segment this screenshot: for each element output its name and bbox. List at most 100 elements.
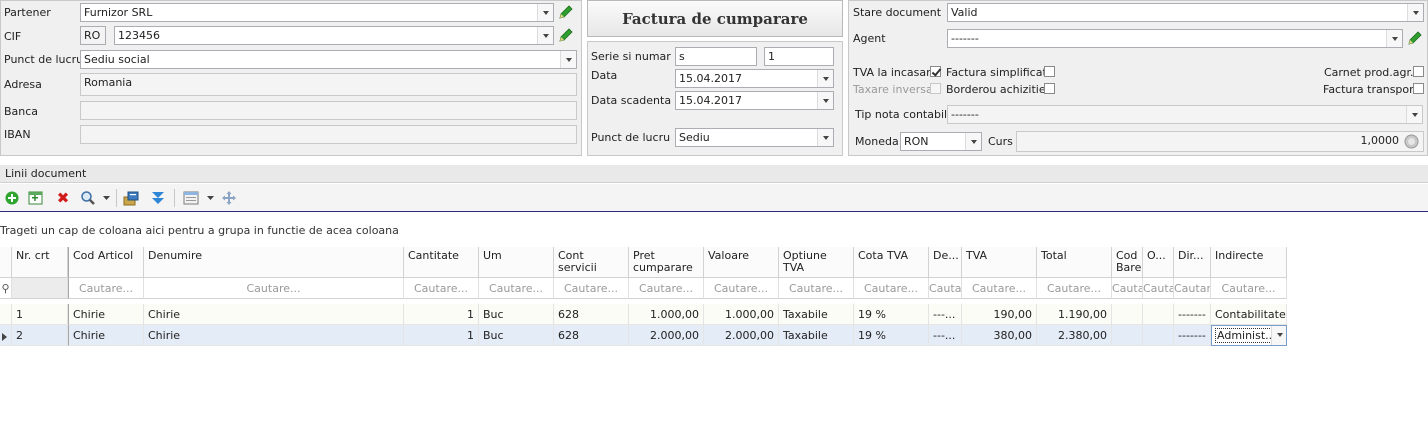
cell-denumire[interactable]: Chirie [144,325,404,346]
status-field[interactable]: Valid [947,3,1424,22]
col-denumire[interactable]: Denumire [144,247,404,278]
simplified-invoice-checkbox[interactable] [1044,66,1055,77]
cif-edit-pencil-icon[interactable] [557,26,575,45]
work-point-dropdown-icon[interactable] [560,51,576,68]
work-point-field[interactable]: Sediu social [80,50,577,69]
cell-um[interactable]: Buc [479,304,554,325]
currency-field[interactable]: RON [900,132,982,151]
filter-de[interactable]: Cauta [929,278,962,299]
col-nr-crt[interactable]: Nr. crt [12,247,68,278]
cif-dropdown-icon[interactable] [537,27,553,44]
currency-dropdown-icon[interactable] [965,133,981,150]
col-cont-servicii[interactable]: Cont servicii [554,247,629,278]
indirecte-dropdown-icon[interactable] [1271,326,1286,345]
cell-indirecte-editor[interactable]: Administ... [1211,325,1287,346]
cell-total[interactable]: 2.380,00 [1037,325,1112,346]
agent-edit-pencil-icon[interactable] [1406,29,1424,48]
cell-cod-articol[interactable]: Chirie [68,304,144,325]
cell-nr-crt[interactable]: 2 [12,325,68,346]
filter-nr-crt[interactable] [12,278,68,299]
col-um[interactable]: Um [479,247,554,278]
search-icon[interactable] [79,189,97,207]
col-indirecte[interactable]: Indirecte [1211,247,1287,278]
col-cantitate[interactable]: Cantitate [404,247,479,278]
layout-icon[interactable] [182,189,200,207]
cell-tva[interactable]: 380,00 [962,325,1037,346]
vat-on-cash-checkbox[interactable] [930,66,941,77]
partner-edit-pencil-icon[interactable] [557,3,575,22]
rate-refresh-icon[interactable] [1404,134,1419,149]
cell-um[interactable]: Buc [479,325,554,346]
doc-work-point-field[interactable]: Sediu [675,128,834,147]
add-row-icon[interactable] [27,189,45,207]
col-cod-bare[interactable]: Cod Bare [1112,247,1143,278]
cell-o[interactable] [1143,304,1174,325]
cell-dir[interactable]: ------- [1174,304,1211,325]
cell-cod-bare[interactable] [1112,325,1143,346]
cell-valoare[interactable]: 1.000,00 [704,304,779,325]
cif-field[interactable]: 123456 [114,26,554,45]
iban-field[interactable] [80,125,577,144]
search-dropdown-icon[interactable] [100,189,112,207]
cell-dir[interactable]: ------- [1174,325,1211,346]
cell-indirecte[interactable]: Contabilitate [1211,304,1287,325]
cell-optiune-tva[interactable]: Taxabile [779,325,854,346]
col-o[interactable]: O... [1143,247,1174,278]
cell-cantitate[interactable]: 1 [404,304,479,325]
expand-icon[interactable] [149,189,167,207]
reverse-charge-checkbox[interactable] [930,83,941,94]
cell-o[interactable] [1143,325,1174,346]
cif-prefix-field[interactable]: RO [80,26,106,45]
doc-work-point-dropdown-icon[interactable] [817,129,833,146]
cell-cota-tva[interactable]: 19 % [854,304,929,325]
filter-um[interactable]: Cautare... [479,278,554,299]
cell-cota-tva[interactable]: 19 % [854,325,929,346]
group-by-hint[interactable]: Trageti un cap de coloana aici pentru a … [0,224,399,237]
cell-de[interactable]: ---... [929,304,962,325]
filter-cont-servicii[interactable]: Cautare... [554,278,629,299]
filter-indirecte[interactable]: Cautare... [1211,278,1287,299]
row-indicator[interactable] [0,304,12,325]
layout-dropdown-icon[interactable] [204,189,216,207]
rate-field[interactable]: 1,0000 [1016,131,1424,152]
filter-valoare[interactable]: Cautare... [704,278,779,299]
partner-dropdown-icon[interactable] [537,4,553,21]
agri-card-checkbox[interactable] [1413,66,1424,77]
filter-cod-articol[interactable]: Cautare... [68,278,144,299]
col-de[interactable]: De... [929,247,962,278]
col-pret-cumparare[interactable]: Pret cumparare [629,247,704,278]
filter-cantitate[interactable]: Cautare... [404,278,479,299]
accounting-note-dropdown-icon[interactable] [1406,106,1422,123]
cell-cont-servicii[interactable]: 628 [554,325,629,346]
add-icon[interactable] [3,189,21,207]
col-dir[interactable]: Dir... [1174,247,1211,278]
cell-nr-crt[interactable]: 1 [12,304,68,325]
cell-tva[interactable]: 190,00 [962,304,1037,325]
date-dropdown-icon[interactable] [817,70,833,87]
filter-cod-bare[interactable]: Cauta [1112,278,1143,299]
cell-cont-servicii[interactable]: 628 [554,304,629,325]
col-tva[interactable]: TVA [962,247,1037,278]
filter-pret-cumparare[interactable]: Cautare... [629,278,704,299]
cell-cod-articol[interactable]: Chirie [68,325,144,346]
accounting-note-field[interactable]: ------- [947,105,1423,124]
filter-o[interactable]: Cauta [1143,278,1174,299]
acquisition-slip-checkbox[interactable] [1044,83,1055,94]
filter-tva[interactable]: Cautare... [962,278,1037,299]
col-cod-articol[interactable]: Cod Articol [68,247,144,278]
date-field[interactable]: 15.04.2017 [675,69,834,88]
col-valoare[interactable]: Valoare [704,247,779,278]
series-field[interactable]: s [675,47,757,66]
import-icon[interactable] [122,189,140,207]
filter-cota-tva[interactable]: Cautare... [854,278,929,299]
due-date-field[interactable]: 15.04.2017 [675,91,834,110]
cell-cod-bare[interactable] [1112,304,1143,325]
col-cota-tva[interactable]: Cota TVA [854,247,929,278]
agent-dropdown-icon[interactable] [1386,30,1402,47]
bank-field[interactable] [80,101,577,120]
cell-denumire[interactable]: Chirie [144,304,404,325]
status-dropdown-icon[interactable] [1407,4,1423,21]
cell-cantitate[interactable]: 1 [404,325,479,346]
filter-total[interactable]: Cautare... [1037,278,1112,299]
filter-dir[interactable]: Cautar [1174,278,1211,299]
